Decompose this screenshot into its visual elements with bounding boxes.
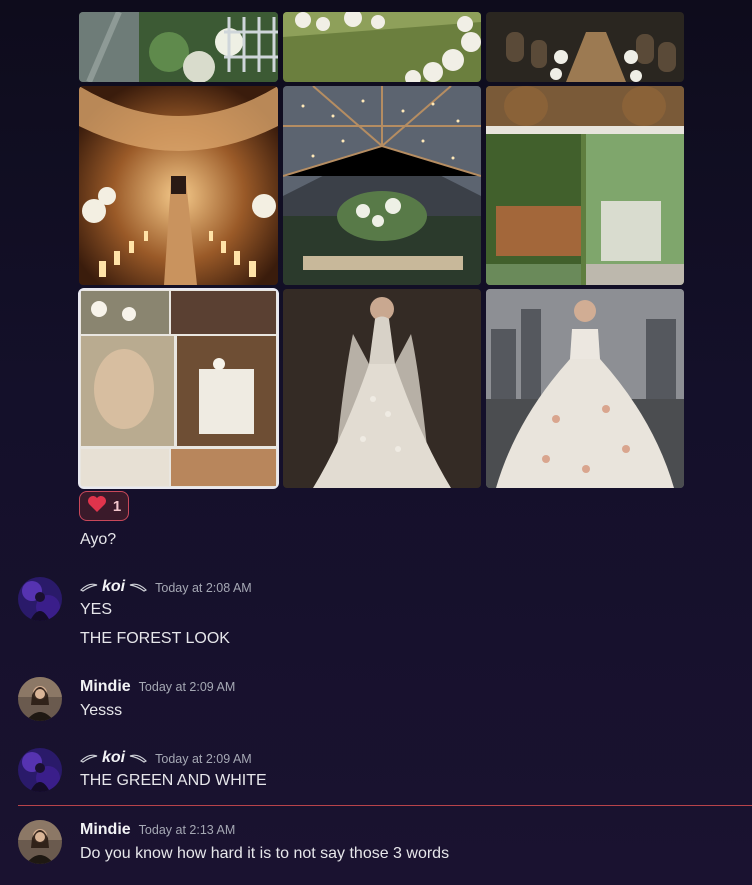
message-timestamp[interactable]: Today at 2:09 AM <box>139 680 236 694</box>
message-text: THE GREEN AND WHITE <box>80 772 267 789</box>
message-text: Do you know how hard it is to not say th… <box>80 845 450 862</box>
gallery-tile-chapel-aisle[interactable] <box>486 12 684 82</box>
feather-icon <box>80 583 98 592</box>
message-text: Ayo? <box>80 531 117 548</box>
message-timestamp[interactable]: Today at 2:08 AM <box>155 581 252 595</box>
username-koi[interactable]: koi <box>80 749 148 767</box>
gallery-tile-rooftop-ballgown[interactable] <box>486 289 684 488</box>
feather-icon <box>80 754 98 763</box>
koi-avatar[interactable] <box>18 577 62 621</box>
message-header: Mindie Today at 2:09 AM <box>80 678 235 696</box>
gallery-tile-clear-tent-reception[interactable] <box>283 86 481 285</box>
username-mindie[interactable]: Mindie <box>80 678 131 696</box>
gallery-tile-boho-collage[interactable] <box>78 288 279 489</box>
message-timestamp[interactable]: Today at 2:09 AM <box>155 752 252 766</box>
heart-icon <box>87 495 107 518</box>
username-mindie[interactable]: Mindie <box>80 821 131 839</box>
gallery-tile-aisle-chairs[interactable] <box>79 12 278 82</box>
username-label: koi <box>102 749 126 766</box>
gallery-tile-flower-lawn[interactable] <box>283 12 481 82</box>
message-header: koi Today at 2:08 AM <box>80 578 252 596</box>
feather-icon <box>129 583 148 592</box>
gallery-tile-lace-gown[interactable] <box>283 289 481 488</box>
feather-icon <box>129 754 148 763</box>
username-label: koi <box>102 578 126 595</box>
message-timestamp[interactable]: Today at 2:13 AM <box>139 823 236 837</box>
message-text: THE FOREST LOOK <box>80 630 230 647</box>
koi-avatar[interactable] <box>18 748 62 792</box>
gallery-tile-barrel-bar[interactable] <box>486 86 684 285</box>
mindie-avatar[interactable] <box>18 820 62 864</box>
message-text: Yesss <box>80 702 123 719</box>
message-header: Mindie Today at 2:13 AM <box>80 821 235 839</box>
message-text: YES <box>80 601 113 618</box>
heart-reaction-button[interactable]: 1 <box>79 491 129 521</box>
mindie-avatar[interactable] <box>18 677 62 721</box>
message-header: koi Today at 2:09 AM <box>80 749 252 767</box>
username-koi[interactable]: koi <box>80 578 148 596</box>
reaction-count: 1 <box>112 497 122 515</box>
gallery-tile-candle-forest-aisle[interactable] <box>79 86 278 285</box>
new-messages-divider <box>18 805 752 806</box>
